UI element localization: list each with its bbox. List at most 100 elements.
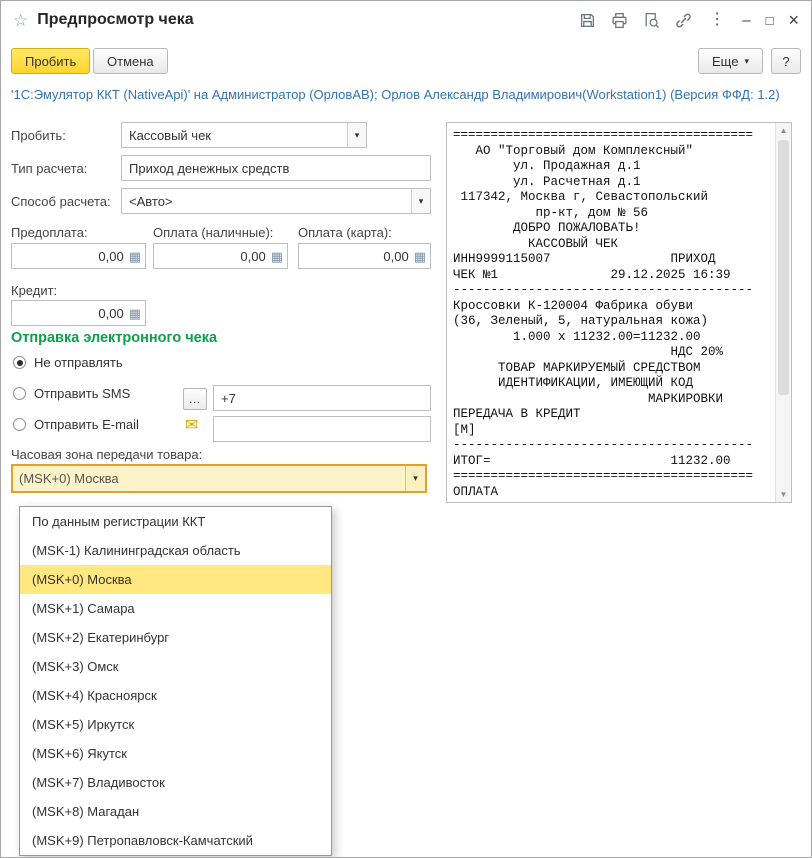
maximize-button[interactable]: □ xyxy=(766,14,774,27)
calc-type-value: Приход денежных средств xyxy=(129,160,290,176)
dropdown-item[interactable]: (MSK+8) Магадан xyxy=(20,797,331,826)
dropdown-item[interactable]: (MSK+6) Якутск xyxy=(20,739,331,768)
favorite-star-icon[interactable]: ☆ xyxy=(13,12,28,29)
operation-label: Пробить: xyxy=(11,128,66,143)
receipt-line: ДОБРО ПОЖАЛОВАТЬ! xyxy=(453,221,641,235)
link-icon[interactable] xyxy=(675,12,692,29)
chevron-down-icon[interactable]: ▾ xyxy=(405,466,425,491)
receipt-line: ИНН9999115007 ПРИХОД xyxy=(453,252,716,266)
payment-cash-field[interactable]: 0,00 ▦ xyxy=(153,243,288,269)
radio-selected-icon xyxy=(13,356,26,369)
scroll-down-icon[interactable]: ▼ xyxy=(776,487,791,502)
prepayment-label: Предоплата: xyxy=(11,225,88,240)
calc-type-label: Тип расчета: xyxy=(11,161,88,176)
receipt-line: ПЕРЕДАЧА В КРЕДИТ xyxy=(453,407,581,421)
payment-cash-label: Оплата (наличные): xyxy=(153,225,274,240)
envelope-icon[interactable]: ✉ xyxy=(185,418,198,434)
radio-send-email[interactable]: Отправить E-mail xyxy=(13,417,139,432)
calc-method-select[interactable]: <Авто> ▾ xyxy=(121,188,431,214)
calculator-icon[interactable]: ▦ xyxy=(271,250,283,263)
preview-icon[interactable] xyxy=(643,12,660,29)
receipt-line: АО "Торговый дом Комплексный" xyxy=(453,143,694,158)
prepayment-field[interactable]: 0,00 ▦ xyxy=(11,243,146,269)
receipt-preview-panel: ========================================… xyxy=(446,122,792,503)
radio-no-send[interactable]: Не отправлять xyxy=(13,355,123,370)
receipt-line: (36, Зеленый, 5, натуральная кожа) xyxy=(453,314,709,328)
calc-method-label: Способ расчета: xyxy=(11,194,111,209)
sms-phone-input[interactable]: +7 xyxy=(213,385,431,411)
dropdown-item[interactable]: (MSK-1) Калининградская область xyxy=(20,536,331,565)
help-button[interactable]: ? xyxy=(771,48,801,74)
radio-unselected-icon xyxy=(13,418,26,431)
dropdown-item[interactable]: По данным регистрации ККТ xyxy=(20,507,331,536)
operation-value: Кассовый чек xyxy=(129,127,211,143)
receipt-line: пр-кт, дом № 56 xyxy=(453,205,649,220)
dropdown-item[interactable]: (MSK+4) Красноярск xyxy=(20,681,331,710)
kebab-menu-icon[interactable]: ⋮ xyxy=(707,12,727,28)
dropdown-item[interactable]: (MSK+7) Владивосток xyxy=(20,768,331,797)
scroll-thumb[interactable] xyxy=(778,140,789,395)
dropdown-item[interactable]: (MSK+2) Екатеринбург xyxy=(20,623,331,652)
more-button-label: Еще xyxy=(712,53,739,69)
minimize-button[interactable]: – xyxy=(742,13,750,28)
sms-choose-button[interactable]: … xyxy=(183,388,207,410)
receipt-line: Кроссовки К-120004 Фабрика обуви xyxy=(453,298,694,313)
receipt-line: ---------------------------------------- xyxy=(453,438,754,452)
more-button[interactable]: Еще ▾ xyxy=(698,48,763,74)
prepayment-value: 0,00 xyxy=(98,248,124,264)
operation-select[interactable]: Кассовый чек ▾ xyxy=(121,122,367,148)
receipt-preview-window: ☆ Предпросмотр чека ⋮ – □ × Пробить Отме… xyxy=(0,0,812,858)
help-button-label: ? xyxy=(782,53,790,69)
receipt-line: КАССОВЫЙ ЧЕК xyxy=(453,236,619,251)
dropdown-item[interactable]: (MSK+1) Самара xyxy=(20,594,331,623)
radio-no-send-label: Не отправлять xyxy=(34,355,123,370)
radio-send-email-label: Отправить E-mail xyxy=(34,417,139,432)
calc-type-field[interactable]: Приход денежных средств xyxy=(121,155,431,181)
calculator-icon[interactable]: ▦ xyxy=(129,250,141,263)
receipt-line: ул. Расчетная д.1 xyxy=(453,174,641,189)
receipt-line: 1.000 x 11232.00=11232.00 xyxy=(453,329,701,344)
timezone-value: (MSK+0) Москва xyxy=(19,471,119,486)
radio-send-sms-label: Отправить SMS xyxy=(34,386,131,401)
calc-method-value: <Авто> xyxy=(129,193,173,209)
chevron-down-icon[interactable]: ▾ xyxy=(347,123,366,147)
payment-card-label: Оплата (карта): xyxy=(298,225,392,240)
dropdown-item[interactable]: (MSK+5) Иркутск xyxy=(20,710,331,739)
radio-unselected-icon xyxy=(13,387,26,400)
receipt-line: [M] xyxy=(453,422,476,437)
receipt-line: 117342, Москва г, Севастопольский xyxy=(453,190,709,204)
calculator-icon[interactable]: ▦ xyxy=(129,307,141,320)
device-info-text: '1С:Эмулятор ККТ (NativeApi)' на Админис… xyxy=(11,87,780,102)
cancel-button-label: Отмена xyxy=(107,53,154,69)
calculator-icon[interactable]: ▦ xyxy=(414,250,426,263)
receipt-line: ИДЕНТИФИКАЦИИ, ИМЕЮЩИЙ КОД xyxy=(453,376,694,390)
credit-field[interactable]: 0,00 ▦ xyxy=(11,300,146,326)
timezone-select[interactable]: (MSK+0) Москва ▾ xyxy=(11,464,427,493)
save-icon[interactable] xyxy=(579,12,596,29)
ereceipt-section-header: Отправка электронного чека xyxy=(11,330,218,346)
chevron-down-icon: ▾ xyxy=(744,55,749,66)
receipt-scrollbar[interactable]: ▲ ▼ xyxy=(775,123,791,502)
chevron-down-icon[interactable]: ▾ xyxy=(411,189,430,213)
print-icon[interactable] xyxy=(611,12,628,29)
commit-button[interactable]: Пробить xyxy=(11,48,91,74)
receipt-line: ======================================== xyxy=(453,128,754,142)
close-button[interactable]: × xyxy=(788,11,799,29)
payment-card-value: 0,00 xyxy=(383,248,409,264)
titlebar: ☆ Предпросмотр чека ⋮ – □ × xyxy=(1,1,811,39)
payment-card-field[interactable]: 0,00 ▦ xyxy=(298,243,431,269)
dropdown-item[interactable]: (MSK+9) Петропавловск-Камчатский xyxy=(20,826,331,855)
dropdown-item-selected[interactable]: (MSK+0) Москва xyxy=(20,565,331,594)
radio-send-sms[interactable]: Отправить SMS xyxy=(13,386,130,401)
scroll-up-icon[interactable]: ▲ xyxy=(776,123,791,138)
receipt-line: ======================================== xyxy=(453,469,754,483)
cancel-button[interactable]: Отмена xyxy=(93,48,168,74)
receipt-line: ОПЛАТА xyxy=(453,484,499,499)
payment-cash-value: 0,00 xyxy=(240,248,266,264)
dropdown-item[interactable]: (MSK+3) Омск xyxy=(20,652,331,681)
email-input[interactable] xyxy=(213,416,431,442)
receipt-line: ИТОГ= 11232.00 xyxy=(453,453,731,468)
receipt-line: ---------------------------------------- xyxy=(453,283,754,297)
receipt-line: НДС 20% xyxy=(453,345,724,359)
commit-button-label: Пробить xyxy=(25,53,77,69)
